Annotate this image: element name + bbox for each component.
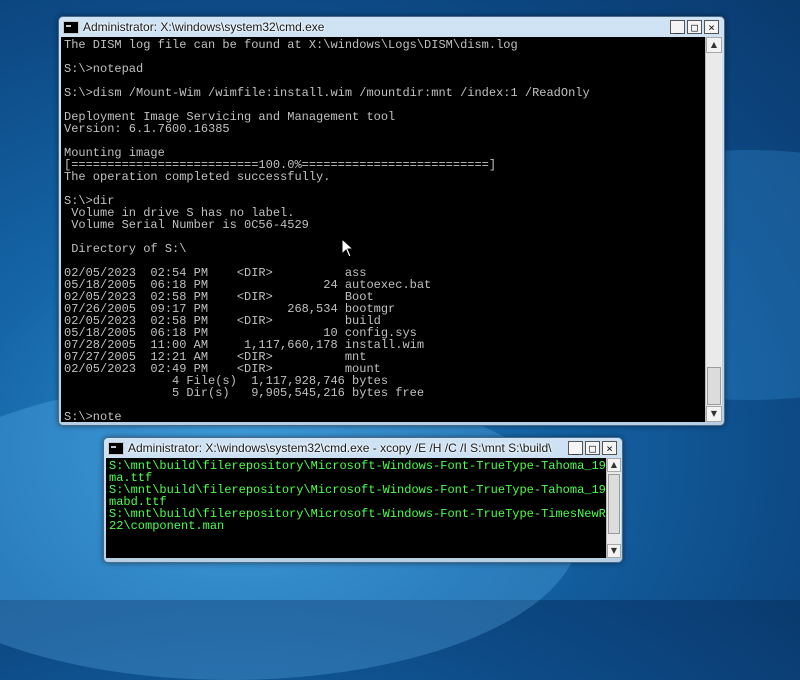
console-line: Directory of S:\ xyxy=(64,242,187,256)
maximize-button[interactable]: □ xyxy=(687,20,702,34)
scroll-thumb[interactable] xyxy=(707,367,721,405)
vertical-scrollbar[interactable]: ▲ ▼ xyxy=(705,37,722,422)
window-title: Administrator: X:\windows\system32\cmd.e… xyxy=(83,20,325,34)
scroll-down-arrow-icon[interactable]: ▼ xyxy=(607,544,621,558)
window-title: Administrator: X:\windows\system32\cmd.e… xyxy=(128,441,552,455)
minimize-button[interactable]: _ xyxy=(670,20,685,34)
scroll-down-arrow-icon[interactable]: ▼ xyxy=(706,406,722,422)
console-output[interactable]: S:\mnt\build\filerepository\Microsoft-Wi… xyxy=(106,458,606,558)
title-bar[interactable]: Administrator: X:\windows\system32\cmd.e… xyxy=(58,16,725,38)
console-line: Version: 6.1.7600.16385 xyxy=(64,122,230,136)
console-line: 22\component.man xyxy=(109,519,225,533)
scroll-up-arrow-icon[interactable]: ▲ xyxy=(706,37,722,53)
console-output[interactable]: The DISM log file can be found at X:\win… xyxy=(61,37,705,422)
console-line: Volume Serial Number is 0C56-4529 xyxy=(64,218,309,232)
cmd-icon xyxy=(108,441,124,455)
window-controls: _ □ × xyxy=(670,20,719,34)
vertical-scrollbar[interactable]: ▲ ▼ xyxy=(606,458,621,558)
title-bar[interactable]: Administrator: X:\windows\system32\cmd.e… xyxy=(103,437,623,459)
close-button[interactable]: × xyxy=(602,441,617,455)
window-controls: _ □ × xyxy=(568,441,617,455)
console-line: S:\>notepad xyxy=(64,62,144,76)
console-line: The DISM log file can be found at X:\win… xyxy=(64,38,518,52)
minimize-button[interactable]: _ xyxy=(568,441,583,455)
console-line: S:\>dism /Mount-Wim /wimfile:install.wim… xyxy=(64,86,590,100)
console-line: 5 Dir(s) 9,905,545,216 bytes free xyxy=(64,386,425,400)
cmd-window-xcopy[interactable]: Administrator: X:\windows\system32\cmd.e… xyxy=(103,437,623,563)
console-line: S:\>note xyxy=(64,410,122,422)
cmd-icon xyxy=(63,20,79,34)
mouse-pointer-icon xyxy=(341,238,355,258)
close-button[interactable]: × xyxy=(704,20,719,34)
console-line: S:\mnt\build\filerepository\Microsoft-Wi… xyxy=(109,459,606,473)
console-line: The operation completed successfully. xyxy=(64,170,331,184)
maximize-button[interactable]: □ xyxy=(585,441,600,455)
cmd-window-main[interactable]: Administrator: X:\windows\system32\cmd.e… xyxy=(58,16,725,426)
scroll-thumb[interactable] xyxy=(608,474,620,534)
scroll-up-arrow-icon[interactable]: ▲ xyxy=(607,458,621,472)
console-line: S:\mnt\build\filerepository\Microsoft-Wi… xyxy=(109,483,606,497)
